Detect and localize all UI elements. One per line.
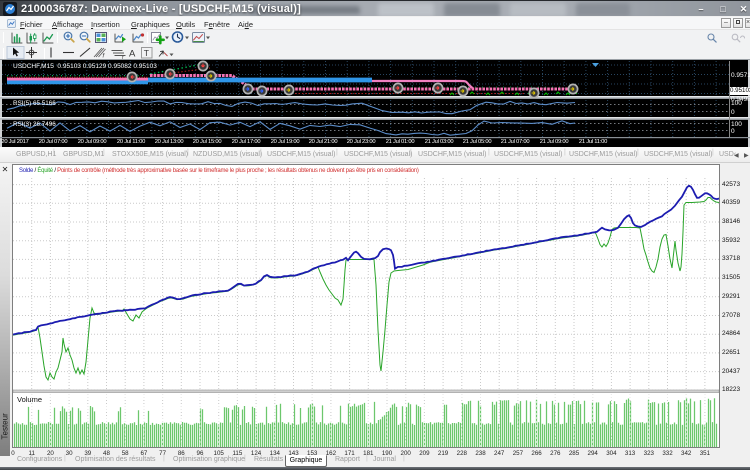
svg-text:T: T bbox=[144, 48, 149, 58]
svg-text:A: A bbox=[129, 49, 136, 60]
svg-text:f: f bbox=[103, 54, 106, 60]
